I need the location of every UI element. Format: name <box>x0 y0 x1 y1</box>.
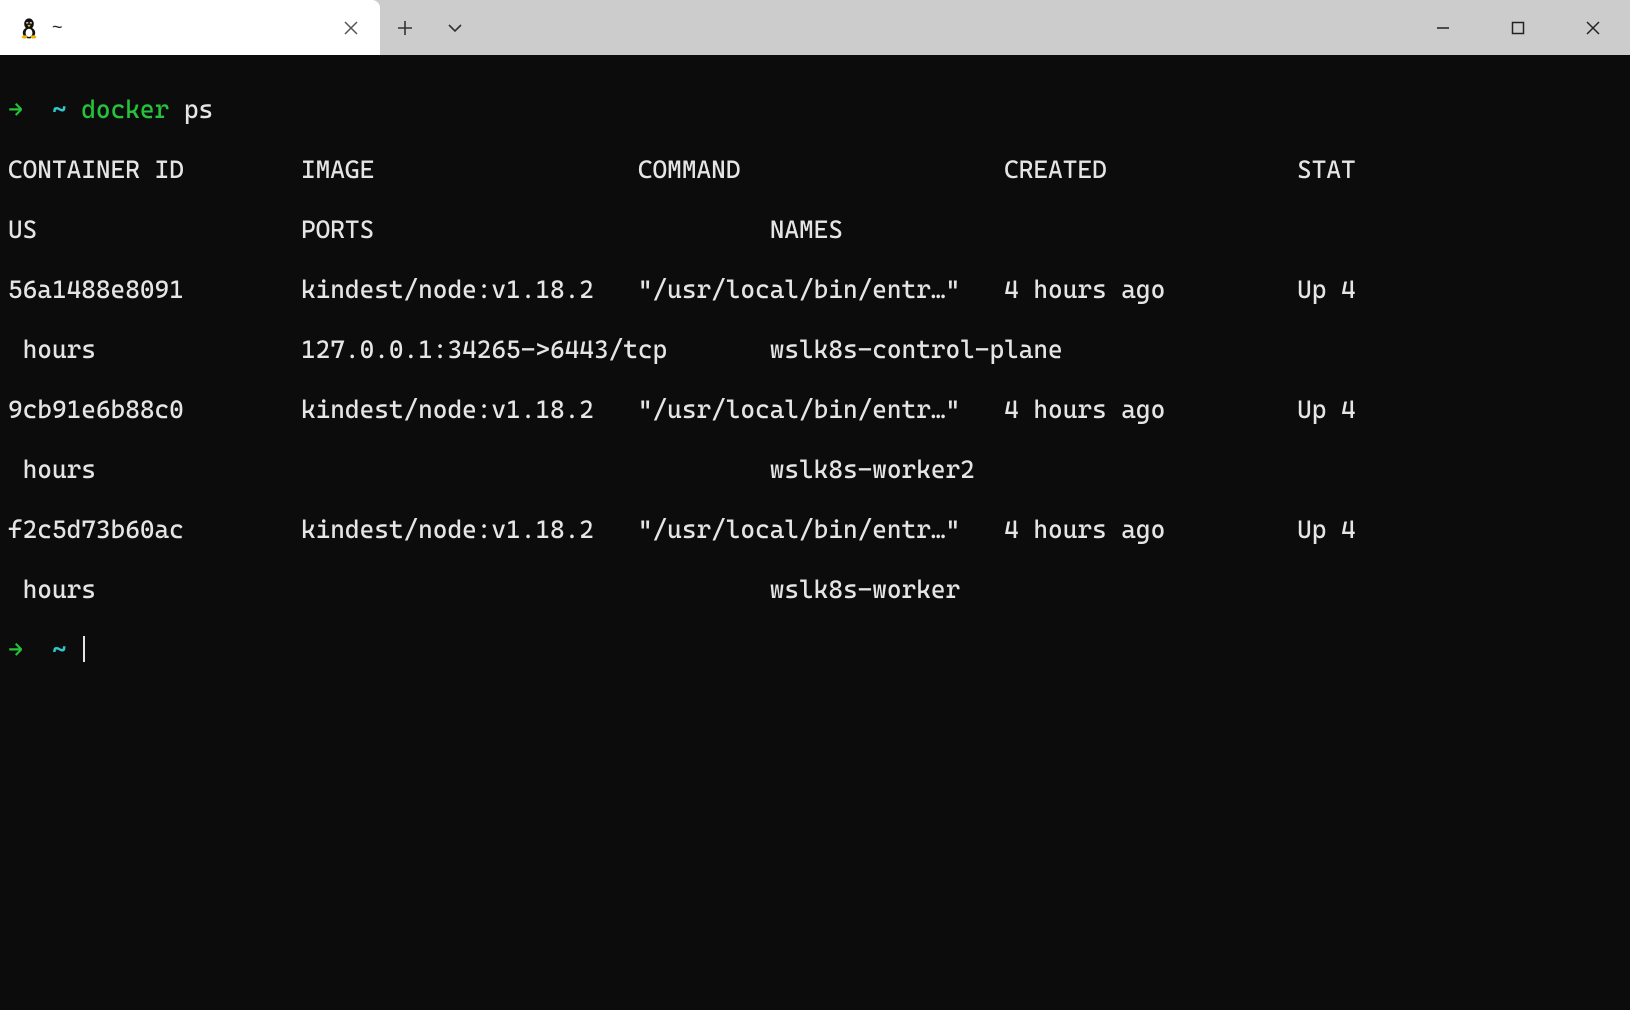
command-args: ps <box>184 95 213 124</box>
tab-dropdown-button[interactable] <box>430 0 480 55</box>
output-row: 9cb91e6b88c0 kindest/node:v1.18.2 "/usr/… <box>8 395 1622 425</box>
new-tab-button[interactable] <box>380 0 430 55</box>
command-name: docker <box>81 95 169 124</box>
prompt-line: → ~ docker ps <box>8 95 1622 125</box>
terminal-tab[interactable]: ~ <box>0 0 380 55</box>
output-row: 56a1488e8091 kindest/node:v1.18.2 "/usr/… <box>8 275 1622 305</box>
output-header-1: CONTAINER ID IMAGE COMMAND CREATED STAT <box>8 155 1622 185</box>
cursor <box>83 636 85 662</box>
maximize-button[interactable] <box>1480 0 1555 55</box>
window-controls <box>1405 0 1630 55</box>
prompt-arrow: → <box>8 95 23 124</box>
output-row: hours 127.0.0.1:34265->6443/tcp wslk8s-c… <box>8 335 1622 365</box>
prompt-cwd: ~ <box>52 95 67 124</box>
tab-title: ~ <box>52 17 324 38</box>
output-row: hours wslk8s-worker2 <box>8 455 1622 485</box>
tab-close-button[interactable] <box>336 13 366 43</box>
output-header-2: US PORTS NAMES <box>8 215 1622 245</box>
close-window-button[interactable] <box>1555 0 1630 55</box>
titlebar: ~ <box>0 0 1630 55</box>
tux-icon <box>18 17 40 39</box>
prompt-line-empty: → ~ <box>8 635 1622 665</box>
prompt-arrow: → <box>8 635 23 664</box>
prompt-cwd: ~ <box>52 635 67 664</box>
output-row: f2c5d73b60ac kindest/node:v1.18.2 "/usr/… <box>8 515 1622 545</box>
terminal-viewport[interactable]: → ~ docker ps CONTAINER ID IMAGE COMMAND… <box>0 55 1630 1010</box>
titlebar-spacer <box>480 0 1405 55</box>
minimize-button[interactable] <box>1405 0 1480 55</box>
output-row: hours wslk8s-worker <box>8 575 1622 605</box>
